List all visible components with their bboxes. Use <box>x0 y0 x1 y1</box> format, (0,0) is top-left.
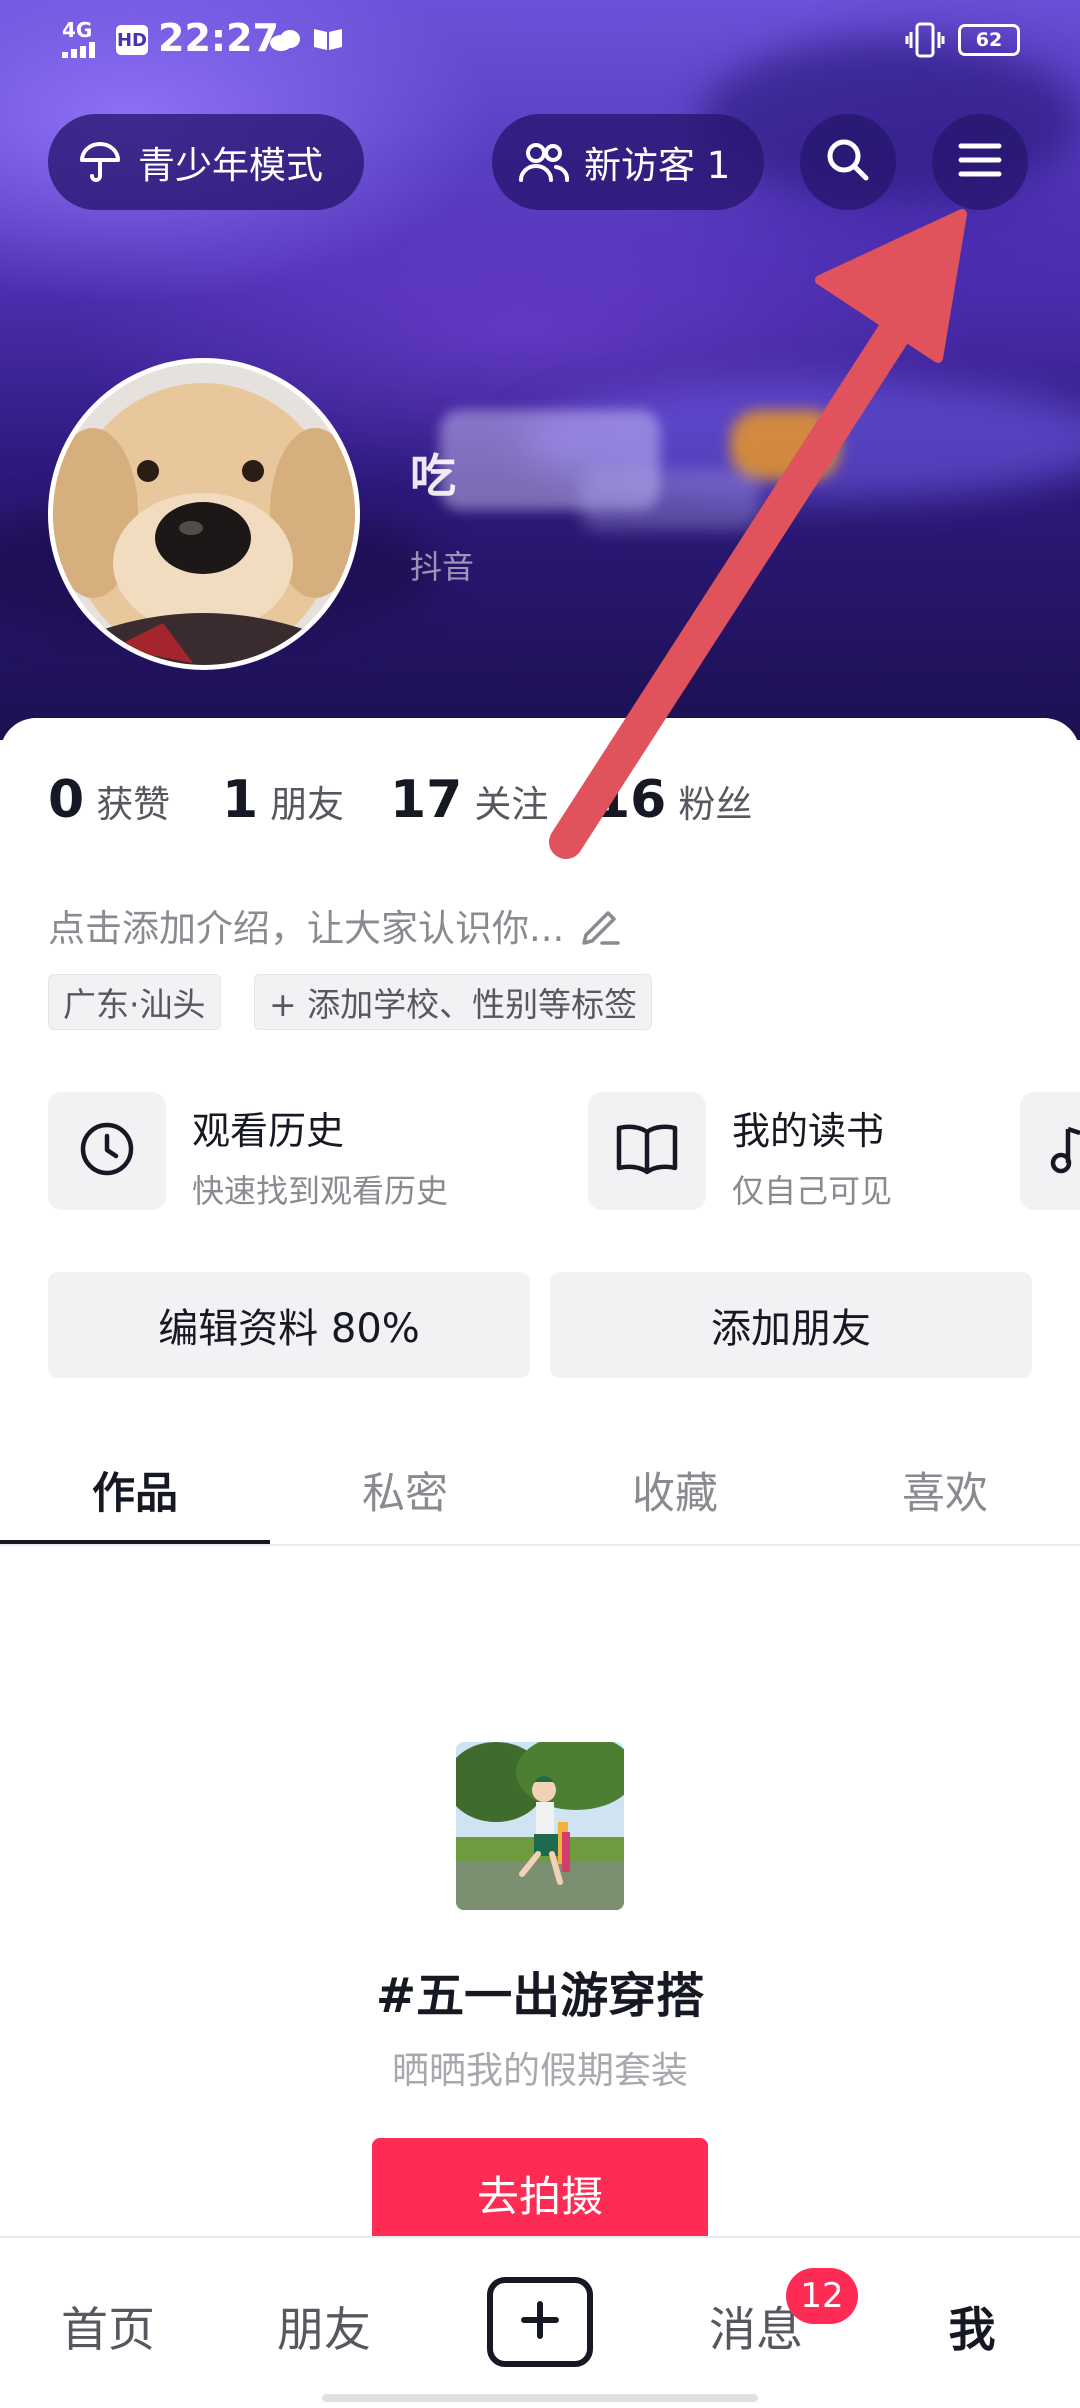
tab-favorites[interactable]: 收藏 <box>540 1440 810 1540</box>
create-post-button[interactable] <box>487 2277 593 2367</box>
tab-private[interactable]: 私密 <box>270 1440 540 1540</box>
intro-text: 点击添加介绍，让大家认识你... <box>48 907 565 950</box>
nav-friends[interactable]: 朋友 <box>244 2270 404 2380</box>
clock-icon <box>78 1120 136 1182</box>
tab-likes[interactable]: 喜欢 <box>810 1440 1080 1540</box>
watch-history-subtitle: 快速找到观看历史 <box>192 1172 449 1210</box>
edit-pencil-icon <box>578 903 622 947</box>
watch-history-icon-tile[interactable] <box>48 1092 166 1210</box>
edit-profile-button[interactable]: 编辑资料 80% <box>48 1272 530 1378</box>
messages-badge: 12 <box>786 2268 858 2324</box>
watch-history-title[interactable]: 观看历史 <box>192 1100 344 1155</box>
annotation-arrow <box>549 209 967 859</box>
outfit-photo <box>456 1742 624 1910</box>
nav-me[interactable]: 我 <box>892 2270 1052 2380</box>
add-friends-button[interactable]: 添加朋友 <box>550 1272 1032 1378</box>
tabs-divider <box>0 1544 1080 1546</box>
nav-home[interactable]: 首页 <box>28 2270 188 2380</box>
tab-works[interactable]: 作品 <box>0 1440 270 1540</box>
go-shoot-button[interactable]: 去拍摄 <box>372 2138 708 2248</box>
location-tag[interactable]: 广东·汕头 <box>48 974 221 1030</box>
music-icon <box>1050 1121 1080 1181</box>
plus-icon <box>518 2298 562 2346</box>
music-icon-tile[interactable] <box>1020 1092 1080 1210</box>
home-indicator <box>322 2394 758 2402</box>
promo-thumbnail[interactable] <box>456 1742 624 1910</box>
my-reading-title[interactable]: 我的读书 <box>732 1100 884 1155</box>
book-icon <box>615 1122 679 1180</box>
add-tags-button[interactable]: + 添加学校、性别等标签 <box>254 974 653 1030</box>
promo-hashtag[interactable]: #五一出游穿搭 <box>0 1956 1080 2026</box>
intro-placeholder[interactable]: 点击添加介绍，让大家认识你... <box>48 898 622 952</box>
my-reading-icon-tile[interactable] <box>588 1092 706 1210</box>
promo-subtitle: 晒晒我的假期套装 <box>392 2049 688 2092</box>
my-reading-subtitle: 仅自己可见 <box>732 1172 893 1210</box>
